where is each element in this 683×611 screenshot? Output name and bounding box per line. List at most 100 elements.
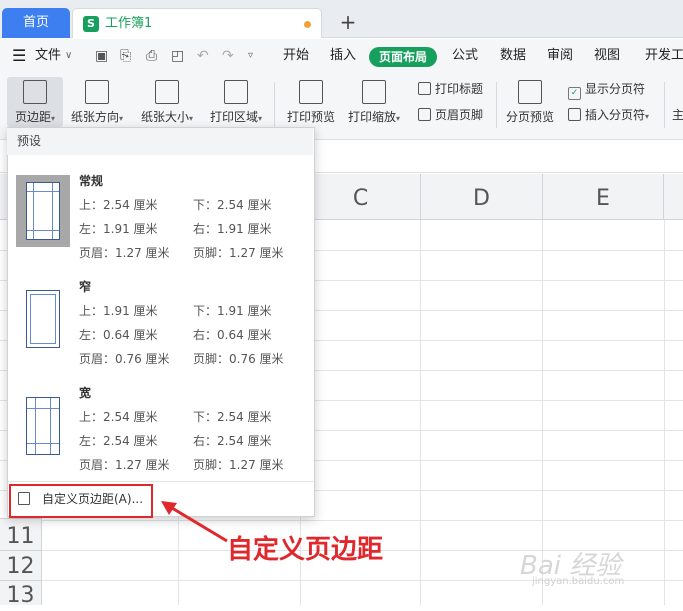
ribbon-separator [496,82,497,128]
print-area-label: 打印区域 [209,110,258,124]
preset-value: 页脚：1.27 厘米 [193,458,284,472]
preset-value: 上：1.91 厘米 [79,304,158,318]
tab-workbook[interactable]: S 工作簿1 [72,8,322,38]
annotation-label: 自定义页边距 [227,535,384,565]
unsaved-dot-icon [304,21,311,28]
menu-bar: ☰ 文件 ∨ ▣ ⎘ ⎙ ◰ ↶ ↷ ▿ 开始 插入 公式 数据 审阅 视图 开… [0,39,683,73]
paper-size-label: 纸张大小 [140,110,189,124]
tab-home[interactable]: 首页 [2,8,70,38]
preset-value: 页脚：0.76 厘米 [193,352,284,366]
preset-value: 页眉：0.76 厘米 [79,352,170,366]
page-break-preview-button[interactable]: 分页预览 [502,76,558,132]
insert-page-break-label: 插入分页符 [585,108,646,122]
column-header-e[interactable]: E [542,174,664,220]
menu-hamburger-icon[interactable]: ☰ [12,39,26,73]
new-tab-button[interactable]: + [338,10,358,34]
highlight-box [9,484,153,518]
print-preview-icon[interactable]: ◰ [171,39,184,73]
preset-wide-title: 宽 [79,386,92,400]
redo-icon[interactable]: ↷ [222,39,234,73]
insert-page-break-button[interactable]: 插入分页符▾ [568,105,649,127]
row-header-13[interactable]: 13 [0,580,42,608]
print-scale-label: 打印缩放 [347,110,396,124]
margins-icon [23,80,47,104]
orientation-label: 纸张方向 [70,110,119,124]
menu-file[interactable]: 文件 [35,39,61,73]
preset-value: 上：2.54 厘米 [79,198,158,212]
export-icon[interactable]: ⎘ [120,39,131,73]
menu-review[interactable]: 审阅 [547,39,573,73]
orientation-icon [85,80,109,104]
print-preview-button[interactable]: 打印预览 [283,76,339,132]
print-scale-icon [362,80,386,104]
preset-normal-title: 常规 [79,174,104,188]
print-preview-label: 打印预览 [286,110,335,124]
print-scale-button[interactable]: 打印缩放▾ [343,76,405,132]
grid-line [0,520,683,521]
menu-developer[interactable]: 开发工 [645,39,683,73]
header-footer-button[interactable]: 页眉页脚 [418,105,483,125]
insert-page-break-icon [568,108,581,121]
preset-wide-thumbnail [16,390,70,462]
save-icon[interactable]: ▣ [95,39,108,73]
print-area-icon [224,80,248,104]
page-break-preview-icon [518,80,542,104]
show-page-breaks-label: 显示分页符 [585,82,646,96]
print-titles-label: 打印标题 [435,82,484,96]
preset-normal-thumbnail [16,175,70,247]
show-page-breaks-checkbox[interactable]: ✓ 显示分页符 [568,79,645,100]
preset-value: 上：2.54 厘米 [79,410,158,424]
preset-value: 左：0.64 厘米 [79,328,158,342]
page-margin-icon [26,290,60,348]
menu-page-layout[interactable]: 页面布局 [369,47,437,67]
preset-value: 右：2.54 厘米 [193,434,272,448]
menu-insert[interactable]: 插入 [330,39,356,73]
margins-label: 页边距 [14,110,51,124]
menu-data[interactable]: 数据 [500,39,526,73]
row-header-12[interactable]: 12 [0,550,42,580]
spreadsheet-icon: S [83,16,99,32]
page-break-preview-label: 分页预览 [505,110,554,124]
menu-divider [8,481,314,482]
menu-formula[interactable]: 公式 [452,39,478,73]
preset-value: 页眉：1.27 厘米 [79,458,170,472]
print-icon[interactable]: ⎙ [146,39,157,73]
ribbon-separator [664,82,665,128]
orientation-button[interactable]: 纸张方向▾ [66,76,128,132]
print-preview-ribbon-icon [299,80,323,104]
margins-button[interactable]: 页边距▾ [7,76,63,132]
row-header-11[interactable]: 11 [0,518,42,550]
page-margin-icon [26,397,60,455]
chevron-down-icon[interactable]: ∨ [65,39,72,73]
print-area-button[interactable]: 打印区域▾ [205,76,267,132]
ribbon-more-label[interactable]: 主 [672,105,683,125]
column-header-d[interactable]: D [420,174,542,220]
page-margin-icon [26,182,60,240]
preset-narrow-title: 窄 [79,280,92,294]
column-header-c[interactable]: C [300,174,420,220]
header-footer-icon [418,108,431,121]
preset-value: 页眉：1.27 厘米 [79,246,170,260]
watermark-url: jingyan.baidu.com [532,576,625,587]
print-titles-button[interactable]: 打印标题 [418,79,483,99]
preset-value: 右：1.91 厘米 [193,222,272,236]
preset-value: 右：0.64 厘米 [193,328,272,342]
print-titles-icon [418,82,431,95]
menu-view[interactable]: 视图 [594,39,620,73]
grid-line [420,220,421,605]
preset-value: 左：2.54 厘米 [79,434,158,448]
checkbox-checked-icon: ✓ [568,87,581,100]
preset-narrow-thumbnail [16,283,70,355]
undo-icon[interactable]: ↶ [197,39,209,73]
menu-start[interactable]: 开始 [283,39,309,73]
paper-size-button[interactable]: 纸张大小▾ [136,76,198,132]
workbook-name: 工作簿1 [105,16,153,31]
annotation-arrow-icon [161,501,228,543]
ribbon-separator [274,82,275,128]
preset-section-header: 预设 [7,128,313,155]
header-footer-label: 页眉页脚 [435,108,484,122]
preset-value: 下：1.91 厘米 [193,304,272,318]
grid-line [664,220,665,605]
paper-size-icon [155,80,179,104]
customize-icon[interactable]: ▿ [248,39,253,73]
